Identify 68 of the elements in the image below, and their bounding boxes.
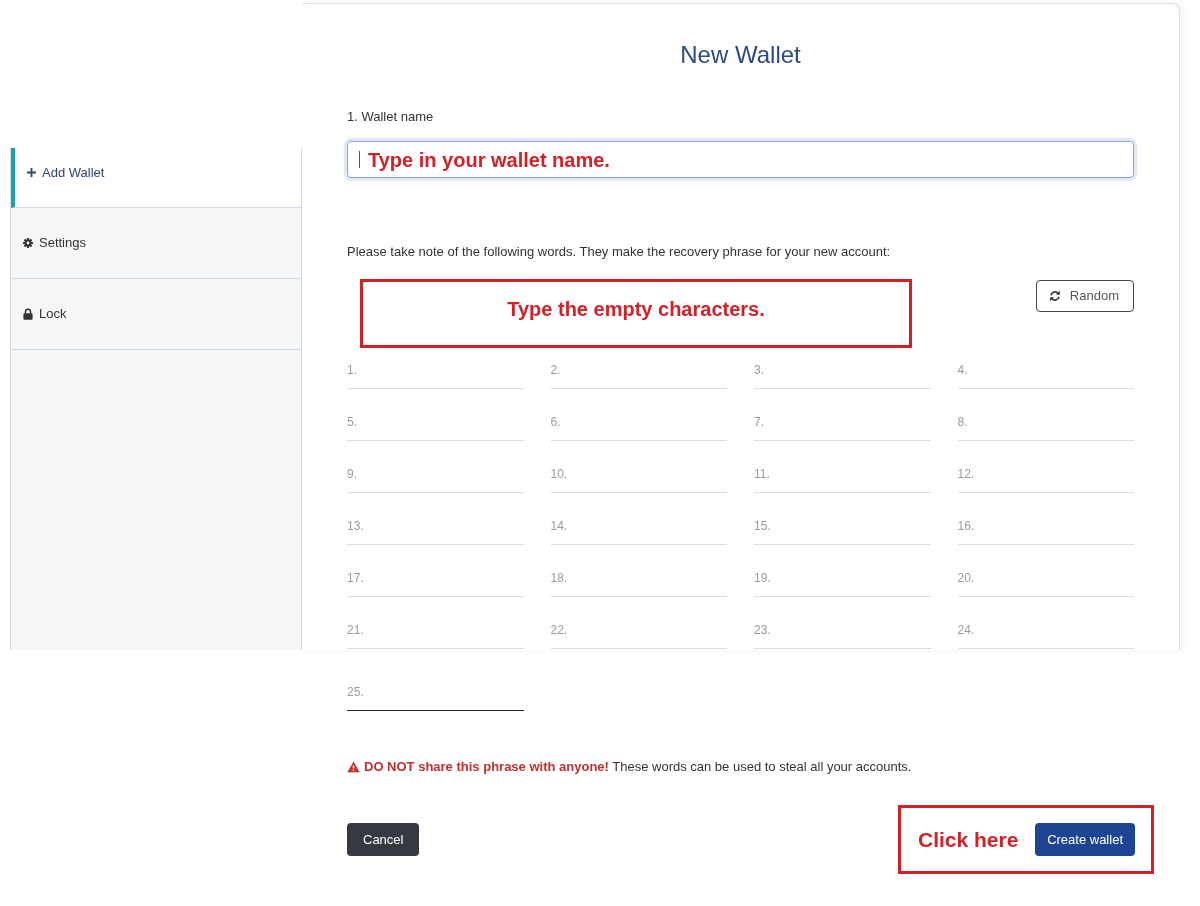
word-input[interactable]: 10. [550, 464, 727, 493]
instruction-text: Please take note of the following words. They make the recovery phrase for your new account: [347, 243, 892, 261]
word-number: 25. [347, 684, 364, 701]
warning-icon [347, 761, 360, 773]
word-input[interactable]: 21. [347, 620, 524, 649]
word-number: 12. [957, 466, 975, 483]
word-input[interactable]: 17. [347, 568, 524, 597]
word-number: 11. [754, 466, 770, 483]
word-number: 10. [550, 466, 568, 483]
word-input[interactable]: 18. [550, 568, 727, 597]
word-number: 20. [957, 570, 975, 587]
word-number: 21. [347, 622, 364, 639]
wallet-name-input[interactable]: Type in your wallet name. [347, 141, 1134, 178]
word-number: 13. [347, 518, 364, 535]
word-input[interactable]: 23. [754, 620, 931, 649]
annotation-callout: Type the empty characters. [360, 279, 912, 348]
word-number: 15. [754, 518, 771, 535]
word-number: 17. [347, 570, 364, 587]
word-input[interactable]: 19. [754, 568, 931, 597]
gear-icon [23, 238, 33, 248]
word-input[interactable]: 11. [754, 464, 931, 493]
word-number: 1. [347, 362, 357, 379]
word-input[interactable]: 14. [550, 516, 727, 545]
word-number: 7. [754, 414, 764, 431]
sidebar-item[interactable]: Add Wallet [11, 148, 301, 208]
text-cursor-icon [359, 151, 360, 168]
word-input[interactable]: 13. [347, 516, 524, 545]
word-input[interactable]: 15. [754, 516, 931, 545]
word-number: 19. [754, 570, 771, 587]
word-number: 6. [550, 414, 561, 431]
word-input[interactable]: 9. [347, 464, 524, 493]
word-input[interactable]: 5. [347, 412, 524, 441]
word-number: 22. [550, 622, 568, 639]
word-input[interactable]: 6. [550, 412, 727, 441]
word-input[interactable]: 22. [550, 620, 727, 649]
word-number: 3. [754, 362, 764, 379]
word-input[interactable]: 2. [550, 360, 727, 389]
word-number: 4. [957, 362, 968, 379]
word-input[interactable]: 7. [754, 412, 931, 441]
lock-icon [23, 308, 33, 320]
word-input[interactable]: 1. [347, 360, 524, 389]
word-number: 9. [347, 466, 357, 483]
warning-text: DO NOT share this phrase with anyone! These words can be used to steal all your accounts. [364, 758, 912, 776]
word-number: 2. [550, 362, 561, 379]
cancel-button[interactable]: Cancel [347, 823, 420, 856]
word-input[interactable]: 3. [754, 360, 931, 389]
word-number: 23. [754, 622, 771, 639]
annotation-text: Type in your wallet name. [368, 147, 610, 172]
word-input[interactable]: 16. [957, 516, 1134, 545]
word-input[interactable]: 24. [957, 620, 1134, 649]
word-input[interactable]: 25. [347, 682, 524, 711]
plus-icon [27, 168, 36, 177]
refresh-icon [1048, 290, 1061, 302]
word-input[interactable]: 20. [957, 568, 1134, 597]
page-title: New Wallet [679, 40, 802, 70]
word-number: 14. [550, 518, 568, 535]
word-number: 24. [957, 622, 975, 639]
word-input[interactable]: 4. [957, 360, 1134, 389]
word-number: 8. [957, 414, 968, 431]
word-input[interactable]: 8. [957, 412, 1134, 441]
word-number: 16. [957, 518, 975, 535]
word-number: 18. [550, 570, 568, 587]
word-number: 5. [347, 414, 357, 431]
annotation-text: Click here [918, 826, 1019, 853]
field-label: 1. Wallet name [347, 108, 435, 126]
word-input[interactable]: 12. [957, 464, 1134, 493]
random-button[interactable]: Random [1035, 280, 1134, 312]
create-wallet-button[interactable]: Create wallet [1035, 823, 1135, 856]
